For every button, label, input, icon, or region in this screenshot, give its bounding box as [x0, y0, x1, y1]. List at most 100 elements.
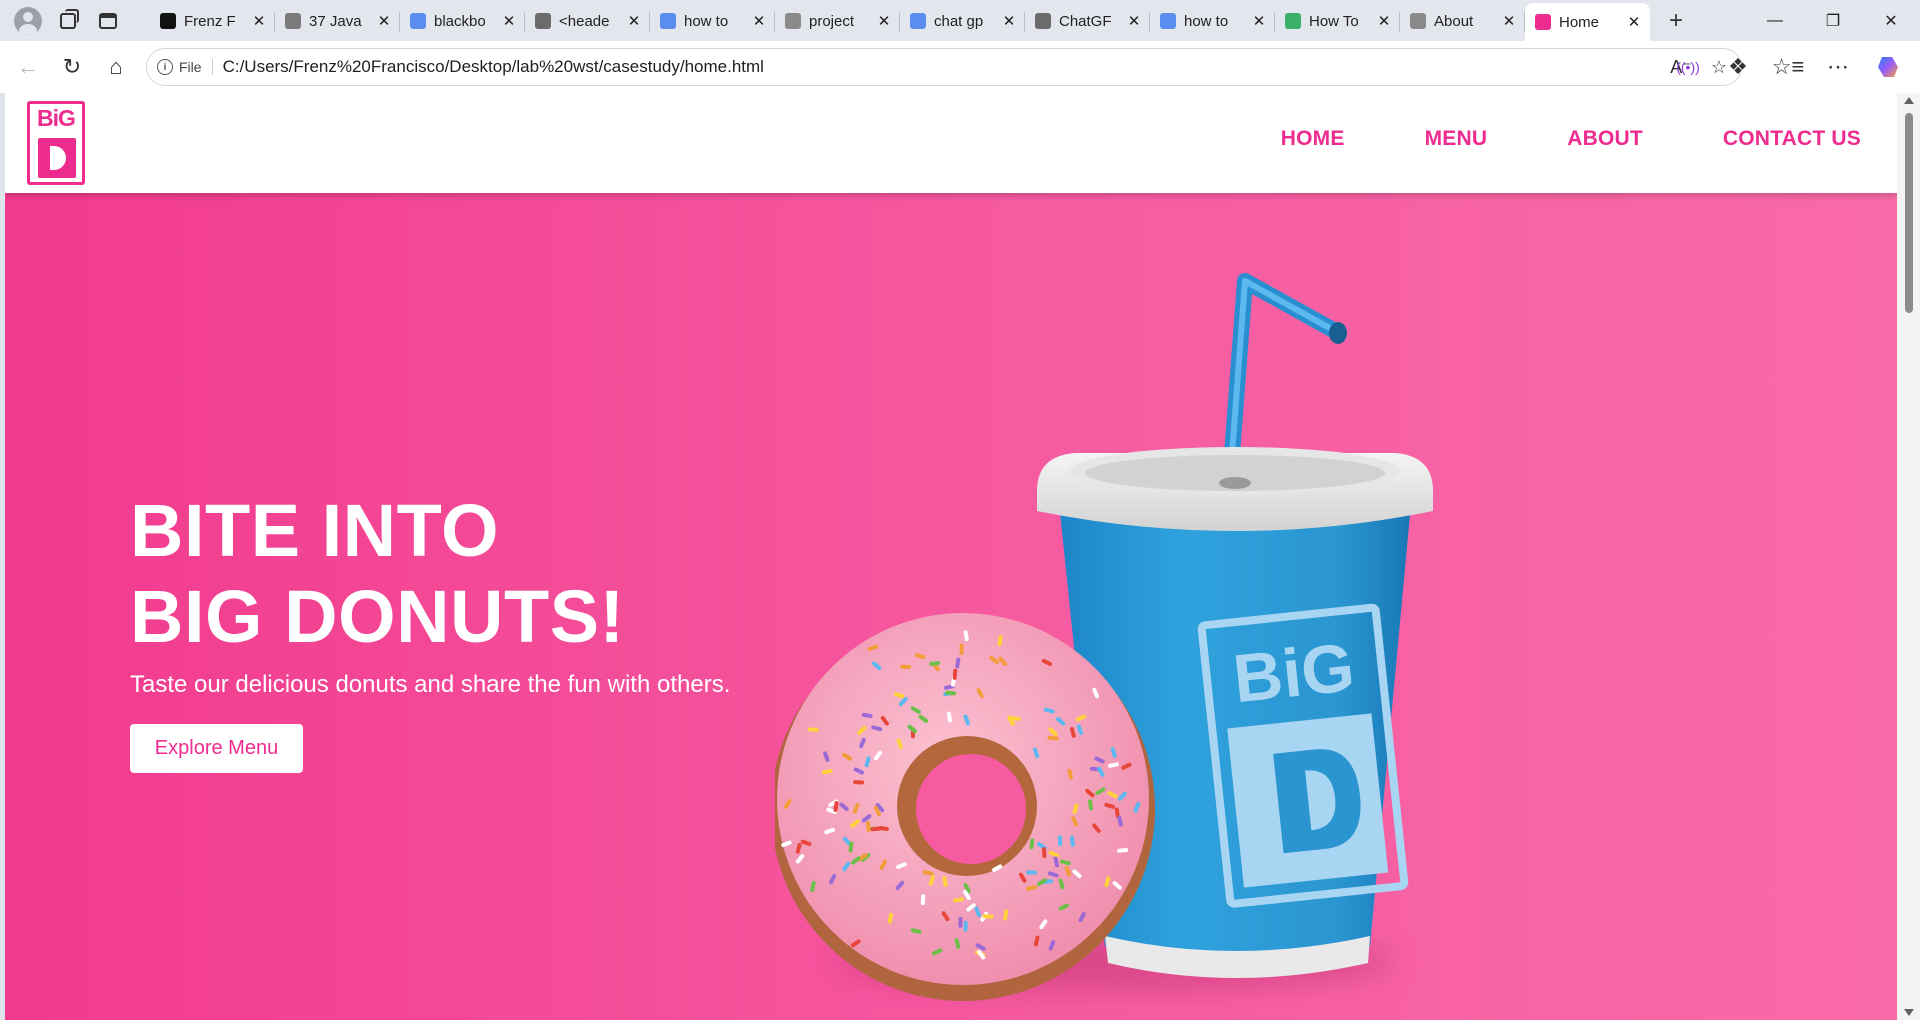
tab-actions-icon: [99, 12, 117, 29]
logo-text: BiG: [37, 105, 76, 131]
browser-tab[interactable]: ChatGF ✕: [1025, 4, 1150, 38]
tab-title: 37 Java: [309, 12, 362, 30]
tab-title: how to: [1184, 12, 1229, 30]
close-tab-icon[interactable]: ✕: [251, 12, 267, 30]
tab-title: chat gp: [934, 12, 984, 30]
explore-menu-button[interactable]: Explore Menu: [130, 724, 303, 773]
sprinkle: [958, 916, 963, 928]
browser-tab[interactable]: how to ✕: [650, 4, 775, 38]
extensions-button[interactable]: ❖: [1716, 47, 1760, 87]
tab-title: how to: [684, 12, 729, 30]
close-tab-icon[interactable]: ✕: [376, 12, 392, 30]
donut-icon: [775, 613, 1155, 1001]
window-controls: — ❐ ✕: [1746, 0, 1920, 41]
close-window-button[interactable]: ✕: [1862, 0, 1920, 41]
browser-tab[interactable]: chat gp ✕: [900, 4, 1025, 38]
scroll-thumb[interactable]: [1905, 113, 1913, 313]
address-bar[interactable]: i File C:/Users/Frenz%20Francisco/Deskto…: [146, 48, 1742, 86]
close-tab-icon[interactable]: ✕: [876, 12, 892, 30]
nav-link-contact-us[interactable]: CONTACT US: [1723, 127, 1861, 151]
toolbar-right-controls: ((•)) ❖ ☆≡ ⋯: [1666, 47, 1910, 87]
broadcast-button[interactable]: ((•)): [1666, 47, 1710, 87]
sprinkle: [959, 643, 964, 655]
workspaces-button[interactable]: [48, 3, 88, 39]
favorites-button[interactable]: ☆≡: [1766, 47, 1810, 87]
browser-tab[interactable]: 37 Java ✕: [275, 4, 400, 38]
back-button[interactable]: ←: [6, 47, 50, 87]
refresh-button[interactable]: ↻: [50, 47, 94, 87]
search-icon: [910, 13, 926, 29]
ellipsis-icon: ⋯: [1827, 54, 1849, 79]
broadcast-icon: ((•)): [1676, 59, 1700, 75]
tab-bar-left-controls: [0, 0, 150, 41]
copilot-button[interactable]: [1866, 47, 1910, 87]
browser-toolbar: ← ↻ ⌂ i File C:/Users/Frenz%20Francisco/…: [0, 41, 1920, 93]
browser-tab[interactable]: blackbo ✕: [400, 4, 525, 38]
browser-tab[interactable]: project ✕: [775, 4, 900, 38]
close-tab-icon[interactable]: ✕: [1626, 13, 1642, 31]
arrow-left-icon: ←: [17, 54, 39, 79]
scroll-up-icon[interactable]: [1904, 97, 1914, 104]
info-icon[interactable]: i: [157, 59, 173, 75]
close-tab-icon[interactable]: ✕: [626, 12, 642, 30]
close-tab-icon[interactable]: ✕: [1376, 12, 1392, 30]
nav-link-about[interactable]: ABOUT: [1567, 127, 1643, 151]
browser-tab[interactable]: How To ✕: [1275, 4, 1400, 38]
tab-actions-button[interactable]: [88, 3, 128, 39]
sprinkle: [920, 894, 926, 906]
page-scrollbar[interactable]: [1897, 93, 1920, 1020]
close-tab-icon[interactable]: ✕: [1126, 12, 1142, 30]
doc-icon: [1410, 13, 1426, 29]
home-button[interactable]: ⌂: [94, 47, 138, 87]
browser-tab[interactable]: About ✕: [1400, 4, 1525, 38]
puzzle-icon: ❖: [1728, 54, 1748, 79]
sprinkle: [900, 664, 912, 670]
nav-link-menu[interactable]: MENU: [1425, 127, 1488, 151]
hero-title: BITE INTO BIG DONUTS!: [130, 488, 625, 660]
refresh-icon: ↻: [62, 54, 82, 79]
page-viewport: BiG HOME MENU ABOUT CONTACT US BITE INTO BI…: [5, 93, 1897, 1020]
new-tab-button[interactable]: +: [1656, 4, 1696, 38]
tab-title: How To: [1309, 12, 1359, 30]
sprinkle: [853, 780, 865, 785]
restore-button[interactable]: ❐: [1804, 0, 1862, 41]
openai-icon: [1035, 13, 1051, 29]
hero-title-line2: BIG DONUTS!: [130, 575, 625, 658]
scroll-down-icon[interactable]: [1904, 1009, 1914, 1016]
browser-tab[interactable]: Home ✕: [1525, 3, 1650, 41]
site-logo[interactable]: BiG: [27, 101, 85, 185]
search-icon: [1160, 13, 1176, 29]
close-tab-icon[interactable]: ✕: [1001, 12, 1017, 30]
more-menu-button[interactable]: ⋯: [1816, 47, 1860, 87]
cup-logo-text: BiG: [1230, 629, 1358, 717]
sprinkle: [1058, 835, 1063, 847]
home-icon: ⌂: [109, 54, 123, 79]
bigd-icon: [1535, 14, 1551, 30]
close-tab-icon[interactable]: ✕: [1501, 12, 1517, 30]
search-icon: [410, 13, 426, 29]
sprinkle: [866, 820, 871, 832]
drink-and-donut-image: BiG: [775, 273, 1433, 1001]
hero-subtitle: Taste our delicious donuts and share the…: [130, 671, 731, 698]
close-tab-icon[interactable]: ✕: [501, 12, 517, 30]
main-nav: HOME MENU ABOUT CONTACT US: [1281, 127, 1861, 151]
browser-tab-bar: Frenz F ✕ 37 Java ✕ blackbo ✕ <heade ✕ how to ✕ pr…: [0, 0, 1920, 41]
close-tab-icon[interactable]: ✕: [751, 12, 767, 30]
close-tab-icon[interactable]: ✕: [1251, 12, 1267, 30]
sprinkle: [952, 668, 958, 680]
url-text[interactable]: C:/Users/Frenz%20Francisco/Desktop/lab%2…: [223, 57, 764, 77]
avatar-icon: [14, 6, 42, 35]
browser-tab[interactable]: Frenz F ✕: [150, 4, 275, 38]
minimize-button[interactable]: —: [1746, 0, 1804, 41]
f-doc-icon: [285, 13, 301, 29]
sprinkle: [807, 727, 819, 732]
nav-link-home[interactable]: HOME: [1281, 127, 1345, 151]
copilot-icon: [1878, 57, 1898, 77]
browser-tab[interactable]: <heade ✕: [525, 4, 650, 38]
profile-avatar-button[interactable]: [8, 3, 48, 39]
search-icon: [660, 13, 676, 29]
tab-title: Frenz F: [184, 12, 236, 30]
tab-strip: Frenz F ✕ 37 Java ✕ blackbo ✕ <heade ✕ how to ✕ pr…: [150, 0, 1650, 41]
sprinkle: [963, 920, 968, 932]
browser-tab[interactable]: how to ✕: [1150, 4, 1275, 38]
